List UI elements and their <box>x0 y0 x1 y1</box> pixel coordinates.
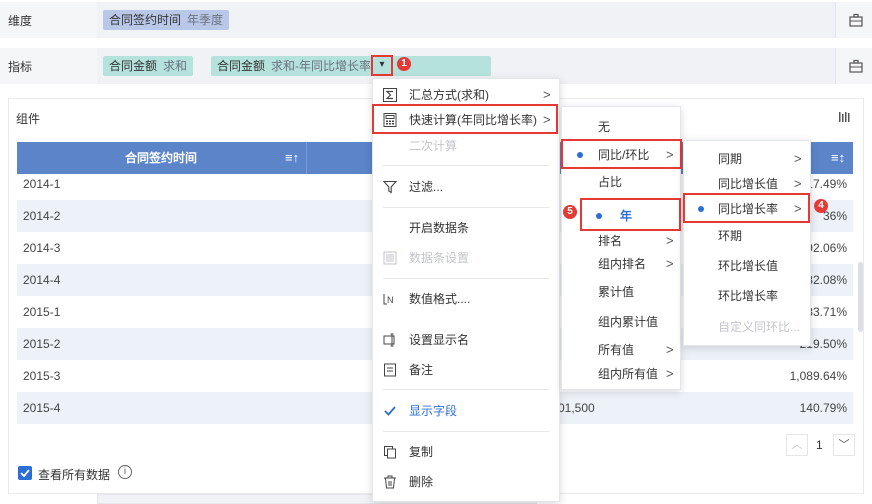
quick-item-percent[interactable]: 占比 <box>562 168 680 196</box>
step-marker: 5 <box>563 205 577 219</box>
step-marker: 4 <box>814 199 828 213</box>
menu-item-delete[interactable]: 删除 <box>373 468 559 496</box>
dimension-pill[interactable]: 合同签约时间 年季度 <box>103 10 230 30</box>
menu-divider <box>383 431 549 432</box>
menu-divider <box>383 389 549 390</box>
menu-divider <box>383 278 549 279</box>
yoy-item-custom: 自定义同环比... <box>718 320 801 334</box>
menu-item-databar-on[interactable]: 开启数据条 <box>373 214 559 242</box>
context-menu: 汇总方式(求和) > 快速计算(年同比增长率) > 二次计算 过滤... 开启数… <box>372 78 560 502</box>
dimension-drop-zone[interactable]: 合同签约时间 年季度 <box>97 2 835 38</box>
menu-item-filter[interactable]: 过滤... <box>373 173 559 201</box>
quick-item-none[interactable]: 无 <box>562 113 680 141</box>
highlight-box <box>683 193 810 223</box>
trash-icon <box>384 475 396 489</box>
highlight-box <box>561 139 682 169</box>
number-format-icon: N <box>383 294 394 305</box>
chevron-right-icon: > <box>666 366 674 381</box>
highlight-box <box>371 55 393 76</box>
menu-item-note[interactable]: 备注 <box>373 356 559 384</box>
menu-item-copy[interactable]: 复制 <box>373 438 559 466</box>
metric-pill-sum[interactable]: 合同金额 求和 <box>103 56 194 76</box>
menu-divider <box>383 207 549 208</box>
metric-pill-yoy-name: 合同金额 <box>217 59 266 73</box>
period-cell: 2014-4 <box>23 273 61 287</box>
period-cell: 2015-3 <box>23 369 61 383</box>
page-number: 1 <box>816 438 823 452</box>
dimension-pill-sub: 年季度 <box>187 13 224 27</box>
menu-item-databar-settings: 数据条设置 <box>373 244 559 272</box>
menu-item-number-format[interactable]: N 数值格式.... <box>373 285 559 313</box>
sigma-icon <box>383 88 397 102</box>
rename-icon <box>383 333 395 347</box>
metric-pill-yoy[interactable]: 合同金额 求和-年同比增长率 <box>211 56 491 76</box>
dimension-row: 维度 合同签约时间 年季度 <box>0 2 872 38</box>
check-icon <box>384 406 396 416</box>
divider <box>835 48 836 84</box>
panel-title: 组件 <box>16 112 41 126</box>
next-page-button[interactable]: ﹀ <box>833 434 855 456</box>
yoy-item-same-period[interactable]: 同期 > <box>684 145 810 173</box>
briefcase-icon[interactable] <box>848 12 864 28</box>
note-icon <box>384 363 396 377</box>
briefcase-icon[interactable] <box>848 58 864 74</box>
metric-pill-sum-name: 合同金额 <box>109 59 158 73</box>
value-cell: 140.79% <box>799 401 847 415</box>
amount-cell: 01,500 <box>558 401 595 415</box>
quick-item-group-all-values[interactable]: 组内所有值 > <box>562 360 680 388</box>
metric-label: 指标 <box>8 60 33 74</box>
dimension-pill-name: 合同签约时间 <box>109 13 182 27</box>
checkmark-icon <box>20 469 30 478</box>
step-marker: 1 <box>397 57 411 71</box>
chevron-right-icon: > <box>666 256 674 271</box>
menu-item-show-field[interactable]: 显示字段 <box>373 397 559 425</box>
show-all-label: 查看所有数据 <box>38 468 111 482</box>
copy-icon <box>384 446 396 459</box>
dimension-label: 维度 <box>8 14 33 28</box>
vertical-scrollbar[interactable] <box>858 262 863 332</box>
divider <box>835 2 836 38</box>
menu-divider <box>383 165 549 166</box>
menu-item-display-name[interactable]: 设置显示名 <box>373 326 559 354</box>
metric-pill-sum-sub: 求和 <box>163 59 188 73</box>
value-cell: 17.49% <box>806 177 847 191</box>
databar-icon <box>383 251 397 265</box>
info-icon[interactable]: i <box>118 465 132 479</box>
period-cell: 2014-2 <box>23 209 61 223</box>
period-cell: 2014-3 <box>23 241 61 255</box>
value-cell: 1,089.64% <box>789 369 847 383</box>
quick-item-group-cumulative[interactable]: 组内累计值 <box>562 308 680 336</box>
show-all-checkbox[interactable] <box>18 466 32 480</box>
barcode-icon[interactable] <box>838 110 852 124</box>
period-cell: 2015-4 <box>23 401 61 415</box>
yoy-submenu: 同期 > 同比增长值 > 同比增长率 > 环期 环比增长值 环比增长率 自定义同… <box>683 140 811 346</box>
metric-pill-yoy-sub: 求和-年同比增长率 <box>271 59 372 73</box>
filter-icon <box>383 180 397 194</box>
yoy-item-mom-value[interactable]: 环比增长值 <box>684 252 810 280</box>
period-cell: 2014-1 <box>23 177 61 191</box>
yoy-item-prev-period[interactable]: 环期 <box>684 222 810 250</box>
prev-page-button[interactable]: ︿ <box>786 434 808 456</box>
svg-text:N: N <box>387 295 394 305</box>
highlight-box <box>372 104 558 134</box>
quick-item-group-rank[interactable]: 组内排名 > <box>562 250 680 278</box>
chevron-right-icon: > <box>794 151 802 166</box>
yoy-item-mom-rate[interactable]: 环比增长率 <box>684 282 810 310</box>
period-cell: 2015-1 <box>23 305 61 319</box>
menu-item-secondary-calc: 二次计算 <box>409 139 458 153</box>
highlight-box <box>580 198 681 231</box>
quick-item-cumulative[interactable]: 累计值 <box>562 278 680 306</box>
period-cell: 2015-2 <box>23 337 61 351</box>
